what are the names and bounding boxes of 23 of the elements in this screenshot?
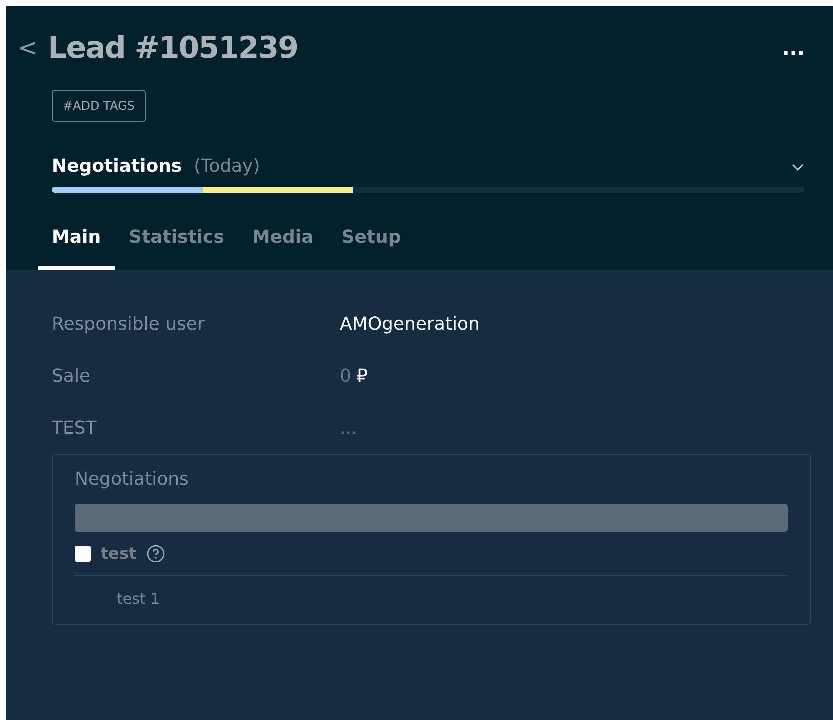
checkbox[interactable] [75, 546, 91, 562]
tab[interactable]: Statistics [115, 219, 238, 270]
stage-name: Negotiations [52, 156, 182, 177]
field-value[interactable]: AMOgeneration [340, 314, 811, 334]
currency-sign: ₽ [356, 366, 368, 386]
field-label: Responsible user [52, 314, 206, 334]
lead-title: Lead #1051239 [48, 30, 299, 66]
list-item: test 1 [116, 589, 162, 608]
field-value[interactable]: ... [340, 418, 811, 438]
back-button[interactable]: < [18, 34, 38, 62]
add-tags-button[interactable]: #ADD TAGS [52, 90, 146, 122]
more-button[interactable]: ... [782, 36, 805, 60]
checkbox-label: test [101, 544, 137, 563]
tab[interactable]: Setup [328, 219, 416, 270]
field-label: TEST [52, 418, 98, 438]
field-label: Sale [52, 366, 92, 386]
help-icon[interactable] [146, 544, 165, 562]
field-value[interactable]: 0 [340, 366, 352, 386]
stage-date: (Today) [194, 156, 262, 177]
tab[interactable]: Main [38, 219, 116, 270]
group-title: Negotiations [75, 469, 190, 490]
tab[interactable]: Media [238, 219, 328, 270]
input-field[interactable] [75, 504, 788, 532]
